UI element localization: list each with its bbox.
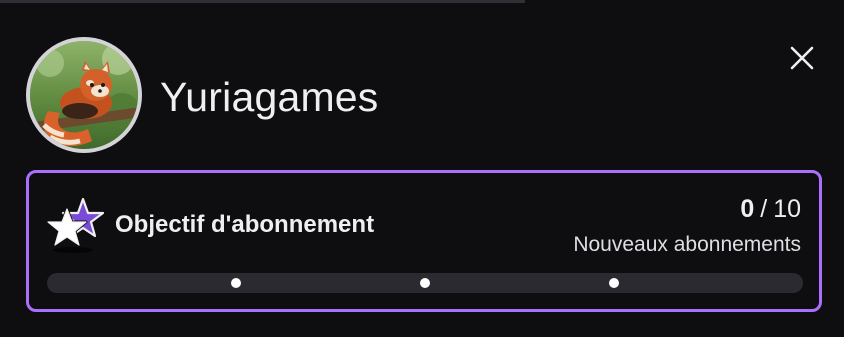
goal-progress-bar (47, 273, 803, 293)
goal-milestone-dot (609, 278, 619, 288)
red-panda-avatar-image (30, 41, 138, 149)
goal-subtitle: Nouveaux abonnements (573, 233, 801, 256)
sub-star-icon (45, 195, 107, 255)
top-divider (0, 0, 525, 3)
goal-separator: / (760, 195, 768, 223)
goal-target: 10 (773, 195, 801, 223)
goal-count: 0/10 (740, 195, 801, 224)
close-icon (790, 46, 814, 70)
close-button[interactable] (784, 40, 820, 76)
channel-name[interactable]: Yuriagames (160, 74, 379, 121)
goal-title: Objectif d'abonnement (115, 211, 375, 238)
goal-popover: Yuriagames Objectif d'abonnement 0/10 No… (0, 0, 844, 337)
goal-current: 0 (740, 195, 755, 223)
sub-goal-card: Objectif d'abonnement 0/10 Nouveaux abon… (26, 170, 822, 312)
channel-header: Yuriagames (26, 37, 379, 153)
goal-milestone-dot (231, 278, 241, 288)
avatar[interactable] (26, 37, 142, 153)
goal-milestone-dot (420, 278, 430, 288)
